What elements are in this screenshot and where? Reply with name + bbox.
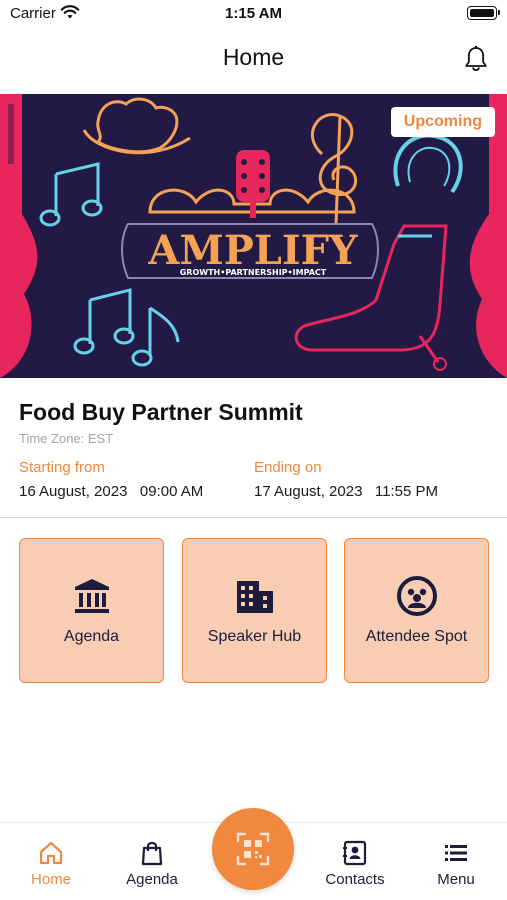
qr-scan-icon	[236, 832, 270, 866]
tab-menu[interactable]: Menu	[411, 823, 501, 900]
nav-bar: Home	[0, 30, 507, 92]
tile-speaker-hub-label: Speaker Hub	[207, 628, 302, 645]
shopping-bag-icon	[141, 841, 163, 866]
banner-logo-title: AMPLIFY	[147, 227, 358, 274]
qr-scan-button[interactable]	[212, 808, 294, 890]
event-title: Food Buy Partner Summit	[19, 399, 303, 425]
upcoming-badge: Upcoming	[390, 107, 495, 137]
event-info: Food Buy Partner Summit Time Zone: EST S…	[0, 380, 507, 518]
status-time: 1:15 AM	[225, 5, 282, 22]
home-icon	[39, 841, 63, 865]
event-timezone: Time Zone: EST	[19, 431, 114, 446]
banner-logo-tagline: GROWTH•PARTNERSHIP•IMPACT	[180, 268, 327, 277]
contact-card-icon	[343, 840, 367, 866]
battery-icon	[467, 6, 500, 20]
end-datetime: 17 August, 2023 11:55 PM	[254, 483, 439, 500]
tab-home-label: Home	[30, 871, 71, 888]
attendee-face-icon	[396, 576, 437, 616]
status-bar: Carrier 1:15 AM	[0, 0, 507, 30]
tab-agenda[interactable]: Agenda	[107, 823, 197, 900]
page-title: Home	[222, 44, 285, 70]
institution-icon	[74, 579, 109, 613]
tab-home[interactable]: Home	[6, 823, 96, 900]
tile-attendee-spot-label: Attendee Spot	[365, 628, 468, 645]
tile-agenda-label: Agenda	[63, 628, 120, 645]
start-datetime: 16 August, 2023 09:00 AM	[19, 483, 204, 500]
start-label: Starting from	[19, 459, 105, 476]
tile-agenda[interactable]: Agenda	[19, 538, 164, 683]
tile-attendee-spot[interactable]: Attendee Spot	[344, 538, 489, 683]
list-menu-icon	[445, 845, 467, 861]
tab-contacts-label: Contacts	[325, 871, 385, 888]
bell-icon[interactable]	[461, 44, 491, 74]
end-label: Ending on	[254, 459, 322, 476]
tab-menu-label: Menu	[437, 871, 475, 888]
tab-contacts[interactable]: Contacts	[310, 823, 400, 900]
tab-agenda-label: Agenda	[126, 871, 178, 888]
building-icon	[236, 581, 273, 613]
tile-speaker-hub[interactable]: Speaker Hub	[182, 538, 327, 683]
